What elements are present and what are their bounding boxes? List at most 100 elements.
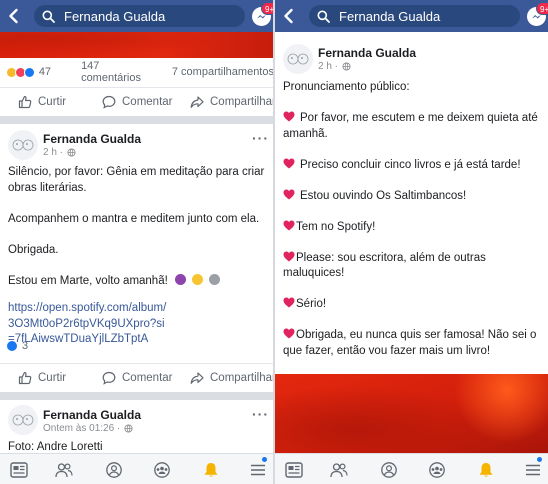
share-label: Compartilhar xyxy=(210,371,273,384)
news-feed-icon[interactable] xyxy=(285,462,303,478)
feed-separator xyxy=(0,392,273,400)
friends-icon[interactable] xyxy=(330,462,348,478)
post-time-label: 2 h · xyxy=(43,147,64,158)
post-time[interactable]: 2 h · xyxy=(318,61,351,72)
post-image[interactable] xyxy=(275,374,548,454)
post-line: Acompanhem o mantra e meditem junto com … xyxy=(8,212,260,225)
post-time[interactable]: 2 h · xyxy=(43,147,76,158)
post-line: Estou ouvindo Os Saltimbancos! xyxy=(283,189,545,205)
red-heart-icon xyxy=(283,111,295,122)
comment-button[interactable]: Comentar xyxy=(102,95,173,109)
globe-icon xyxy=(342,62,351,71)
notifications-bell-icon[interactable] xyxy=(202,462,220,478)
menu-icon[interactable] xyxy=(524,462,542,478)
post-line-text: Obrigada, eu nunca quis ser famosa! Não … xyxy=(283,329,537,357)
alien-emoji-icon xyxy=(209,273,221,285)
more-options-icon[interactable]: ··· xyxy=(252,130,269,146)
post-author[interactable]: Fernanda Gualda xyxy=(43,132,141,146)
comment-button[interactable]: Comentar xyxy=(102,371,173,385)
profile-icon[interactable] xyxy=(380,462,398,478)
comment-icon xyxy=(102,95,116,109)
thumbs-up-icon xyxy=(18,371,32,384)
reactions-summary[interactable]: 47 147 comentários 7 compartilhamentos xyxy=(6,60,273,84)
post-line: Preciso concluir cinco livros e já está … xyxy=(283,158,545,174)
search-input[interactable]: Fernanda Gualda xyxy=(309,5,520,27)
post-line: Silêncio, por favor: Gênia em meditação … xyxy=(8,166,265,194)
red-heart-icon xyxy=(283,251,295,261)
more-options-icon[interactable]: ··· xyxy=(252,406,269,422)
post-line: Please: sou escritora, além de outras ma… xyxy=(283,251,545,282)
chevron-left-icon[interactable] xyxy=(281,8,297,24)
news-feed-icon[interactable] xyxy=(10,462,28,478)
messenger-badge: 9+ xyxy=(261,2,273,15)
notifications-bell-icon[interactable] xyxy=(477,462,495,478)
menu-notification-dot xyxy=(537,457,542,462)
post-time-label: 2 h · xyxy=(318,61,339,72)
search-query: Fernanda Gualda xyxy=(339,8,441,24)
shares-count[interactable]: 7 compartilhamentos xyxy=(172,66,273,78)
top-bar: Fernanda Gualda 9+ xyxy=(275,0,548,32)
comments-count[interactable]: 147 comentários xyxy=(81,60,162,84)
chevron-left-icon[interactable] xyxy=(6,8,22,24)
post-body: Silêncio, por favor: Gênia em meditação … xyxy=(8,165,268,348)
top-bar: Fernanda Gualda 9+ xyxy=(0,0,273,32)
groups-icon[interactable] xyxy=(428,462,446,478)
post-line: Sério! xyxy=(283,297,545,313)
post-line: Por favor, me escutem e me deixem quieta… xyxy=(283,111,545,142)
like-button[interactable]: Curtir xyxy=(18,95,66,109)
bottom-nav xyxy=(275,453,548,484)
comment-label: Comentar xyxy=(122,95,173,108)
comment-label: Comentar xyxy=(122,371,173,384)
post-line-text: Please: sou escritora, além de outras ma… xyxy=(283,251,486,280)
right-screen: Fernanda Gualda 9+ Fernanda Gualda 2 h ·… xyxy=(275,0,548,484)
red-heart-icon xyxy=(283,158,295,168)
comment-icon xyxy=(102,371,116,385)
avatar[interactable] xyxy=(283,44,313,74)
post-author[interactable]: Fernanda Gualda xyxy=(43,408,141,422)
thumbs-up-icon xyxy=(18,95,32,108)
bottom-nav xyxy=(0,453,273,484)
post-author[interactable]: Fernanda Gualda xyxy=(318,46,416,60)
menu-icon[interactable] xyxy=(249,462,267,478)
search-icon xyxy=(42,10,55,23)
like-button[interactable]: Curtir xyxy=(18,371,66,385)
post-actions: Curtir Comentar Compartilhar xyxy=(0,363,273,391)
red-heart-icon xyxy=(283,220,295,230)
post-line-text: Sério! xyxy=(296,298,327,310)
menu-notification-dot xyxy=(262,457,267,462)
globe-icon xyxy=(124,424,133,433)
post-time-label: Ontem às 01:26 · xyxy=(43,423,121,434)
red-heart-icon xyxy=(283,297,295,308)
share-button[interactable]: Compartilhar xyxy=(190,95,273,109)
groups-icon[interactable] xyxy=(153,462,171,478)
share-button[interactable]: Compartilhar xyxy=(190,371,273,385)
avatar[interactable] xyxy=(8,405,38,435)
reaction-count: 47 xyxy=(38,66,52,78)
share-icon xyxy=(190,371,204,384)
like-label: Curtir xyxy=(38,95,67,108)
friends-icon[interactable] xyxy=(55,462,73,478)
globe-icon xyxy=(67,148,76,157)
messenger-badge: 9+ xyxy=(536,2,548,15)
post-actions: Curtir Comentar Compartilhar xyxy=(0,87,273,115)
avatar[interactable] xyxy=(8,130,38,160)
left-screen: Fernanda Gualda 9+ 47 147 comentários 7 … xyxy=(0,0,273,484)
search-input[interactable]: Fernanda Gualda xyxy=(34,5,245,27)
share-label: Compartilhar xyxy=(210,95,273,108)
likes-summary[interactable]: 3 xyxy=(6,340,28,352)
post-line-text: Tem no Spotify! xyxy=(296,220,376,233)
post-image-bottom[interactable] xyxy=(0,30,273,58)
meditation-emoji-icon xyxy=(175,273,187,285)
red-heart-icon xyxy=(283,328,295,339)
spotify-link[interactable]: https://open.spotify.com/album/3O3Mt0oP2… xyxy=(8,301,168,348)
post-line: Obrigada. xyxy=(8,243,59,256)
post-line: Tem no Spotify! xyxy=(283,220,545,236)
post-line: Obrigada, eu nunca quis ser famosa! Não … xyxy=(283,328,545,359)
search-icon xyxy=(317,10,330,23)
post-intro: Pronunciamento público: xyxy=(283,81,410,93)
post-time[interactable]: Ontem às 01:26 · xyxy=(43,423,133,434)
red-heart-icon xyxy=(283,189,295,199)
post-line-emoji: Estou em Marte, volto amanhã! xyxy=(8,273,268,290)
dizzy-face-emoji-icon xyxy=(192,273,204,285)
profile-icon[interactable] xyxy=(105,462,123,478)
